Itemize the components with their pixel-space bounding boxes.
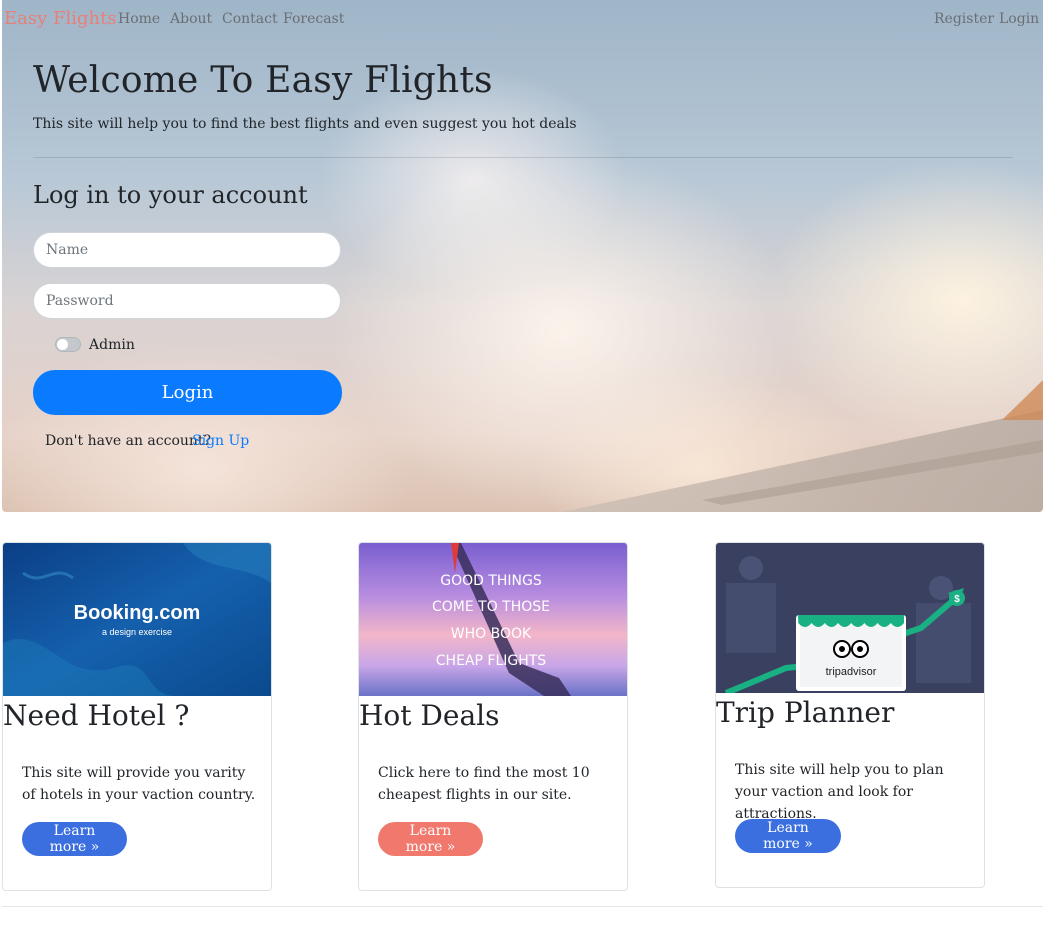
nav-home[interactable]: Home xyxy=(118,11,160,27)
card-trip-planner: $ tripadvisor Trip Planner This site wil… xyxy=(715,542,985,888)
card-hot-deals: GOOD THINGS COME TO THOSE WHO BOOK CHEAP… xyxy=(358,542,628,891)
brand-logo-link[interactable]: Easy Flights xyxy=(4,8,117,29)
nav-forecast[interactable]: Forecast xyxy=(283,11,344,27)
svg-text:$: $ xyxy=(954,594,960,605)
login-form-title: Log in to your account xyxy=(33,181,308,209)
deal-line-2: COME TO THOSE xyxy=(432,599,550,615)
hero-divider xyxy=(33,157,1013,158)
card-need-hotel: Booking.com a design exercise Need Hotel… xyxy=(2,542,272,891)
deal-line-3: WHO BOOK xyxy=(451,626,532,642)
booking-caption-text: a design exercise xyxy=(102,627,172,637)
password-input[interactable] xyxy=(33,283,341,319)
learn-more-button[interactable]: Learn more » xyxy=(735,819,841,853)
tripadvisor-image: $ tripadvisor xyxy=(716,543,984,696)
nav-register[interactable]: Register xyxy=(934,11,994,27)
hero-banner: Easy Flights Home About Contact Forecast… xyxy=(2,0,1043,512)
admin-label: Admin xyxy=(89,337,135,353)
card-text: Click here to find the most 10 cheapest … xyxy=(378,765,590,803)
card-title: Need Hotel ? xyxy=(3,699,190,732)
signup-link[interactable]: Sign Up xyxy=(192,433,249,449)
nav-contact[interactable]: Contact xyxy=(222,11,278,27)
tripadvisor-logo-text: tripadvisor xyxy=(826,666,877,678)
learn-more-button[interactable]: Learn more » xyxy=(22,822,127,856)
admin-toggle-knob xyxy=(57,339,68,350)
card-text: This site will provide you varity of hot… xyxy=(22,765,256,803)
admin-toggle[interactable] xyxy=(55,337,81,352)
booking-image: Booking.com a design exercise xyxy=(3,543,271,696)
card-title: Trip Planner xyxy=(716,696,895,729)
learn-more-button[interactable]: Learn more » xyxy=(378,822,483,856)
page-title: Welcome To Easy Flights xyxy=(33,60,493,101)
card-text: This site will help you to plan your vac… xyxy=(735,762,944,822)
no-account-text: Don't have an account? xyxy=(45,433,212,449)
card-title: Hot Deals xyxy=(359,699,500,732)
nav-about[interactable]: About xyxy=(170,11,212,27)
deal-line-4: CHEAP FLIGHTS xyxy=(436,653,547,669)
name-input[interactable] xyxy=(33,232,341,268)
deal-line-1: GOOD THINGS xyxy=(440,573,542,589)
booking-logo-text: Booking.com xyxy=(74,602,201,624)
hero-lead-text: This site will help you to find the best… xyxy=(33,116,577,132)
cheap-flights-image: GOOD THINGS COME TO THOSE WHO BOOK CHEAP… xyxy=(359,543,627,696)
nav-login[interactable]: Login xyxy=(999,11,1039,27)
footer-divider xyxy=(2,906,1043,907)
login-button[interactable]: Login xyxy=(33,370,342,415)
